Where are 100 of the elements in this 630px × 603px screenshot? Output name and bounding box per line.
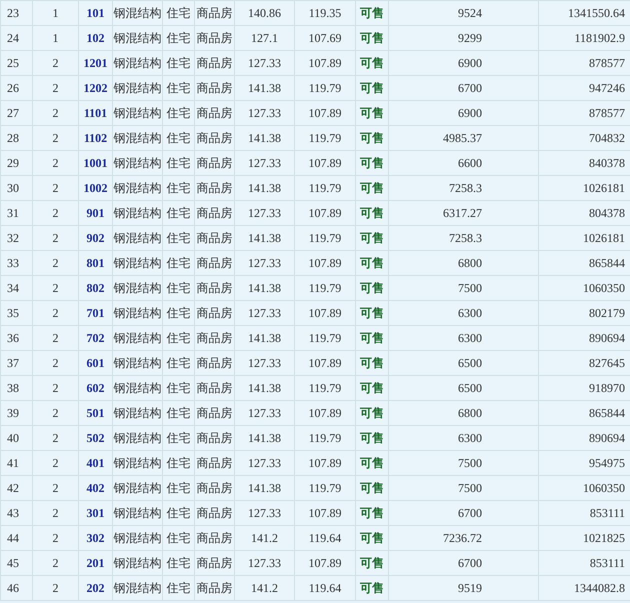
table-cell: 可售	[360, 80, 384, 94]
table-cell: 住宅	[166, 406, 190, 420]
table-cell: 141.38	[248, 480, 281, 494]
table-cell: 4985.37	[443, 130, 482, 144]
table-cell: 2	[52, 330, 58, 344]
table-cell: 住宅	[166, 230, 190, 244]
table-cell: 878577	[589, 56, 625, 70]
table-cell: 802179	[589, 306, 625, 320]
table-cell: 住宅	[166, 30, 190, 44]
table-cell: 2	[52, 306, 58, 320]
table-cell: 钢混结构	[114, 506, 162, 520]
table-cell: 住宅	[166, 330, 190, 344]
table-cell: 2	[52, 430, 58, 444]
table-cell: 商品房	[196, 206, 232, 220]
table-cell: 2	[52, 256, 58, 270]
table-cell: 钢混结构	[114, 556, 162, 570]
table-cell: 可售	[360, 180, 384, 194]
table-cell: 127.33	[248, 106, 281, 120]
table-cell: 127.1	[251, 30, 278, 44]
table-cell: 6500	[458, 380, 482, 394]
table-cell: 商品房	[196, 556, 232, 570]
table-cell: 商品房	[196, 530, 232, 544]
table-cell: 住宅	[166, 306, 190, 320]
table-cell: 住宅	[166, 556, 190, 570]
table-cell: 7258.3	[449, 230, 482, 244]
table-cell: 704832	[589, 130, 625, 144]
table-cell: 住宅	[166, 430, 190, 444]
table-cell: 890694	[589, 430, 625, 444]
table-cell: 商品房	[196, 480, 232, 494]
table-cell: 商品房	[196, 580, 232, 594]
table-cell: 住宅	[166, 480, 190, 494]
table-cell: 商品房	[196, 306, 232, 320]
table-cell: 6317.27	[443, 206, 482, 220]
table-cell: 43	[7, 506, 19, 520]
table-cell: 住宅	[166, 180, 190, 194]
table-cell: 商品房	[196, 130, 232, 144]
table-cell: 住宅	[166, 6, 190, 20]
table-cell: 107.69	[308, 30, 342, 44]
table-cell: 可售	[360, 406, 384, 420]
table-cell: 127.33	[248, 306, 281, 320]
table-cell: 865844	[589, 406, 625, 420]
table-cell: 2	[52, 206, 58, 220]
table-cell: 127.33	[248, 206, 281, 220]
table-cell: 钢混结构	[114, 206, 162, 220]
table-cell: 119.79	[308, 430, 342, 444]
table-cell: 947246	[589, 80, 625, 94]
table-cell: 6600	[458, 156, 482, 170]
table-cell: 6900	[458, 56, 482, 70]
table-cell: 商品房	[196, 56, 232, 70]
table-cell: 2	[52, 456, 58, 470]
table-cell: 119.79	[308, 80, 342, 94]
table-cell: 141.38	[248, 230, 281, 244]
table-cell: 2	[52, 530, 58, 544]
table-cell: 可售	[360, 456, 384, 470]
table-cell: 878577	[589, 106, 625, 120]
table-cell: 钢混结构	[114, 106, 162, 120]
table-cell: 钢混结构	[114, 480, 162, 494]
table-cell: 钢混结构	[114, 280, 162, 294]
table-cell: 钢混结构	[114, 30, 162, 44]
table-cell: 商品房	[196, 30, 232, 44]
table-cell: 商品房	[196, 80, 232, 94]
table-cell: 853111	[590, 556, 625, 570]
table-cell: 住宅	[166, 106, 190, 120]
table-cell: 可售	[360, 280, 384, 294]
table-cell: 住宅	[166, 156, 190, 170]
table-cell: 9519	[458, 580, 482, 594]
table-cell: 钢混结构	[114, 56, 162, 70]
table-cell: 可售	[360, 256, 384, 270]
table-cell: 商品房	[196, 380, 232, 394]
table-cell: 住宅	[166, 530, 190, 544]
table-cell: 119.79	[308, 180, 342, 194]
table-cell: 6300	[458, 430, 482, 444]
table-cell: 2	[52, 280, 58, 294]
table-cell: 2	[52, 106, 58, 120]
table-cell: 商品房	[196, 330, 232, 344]
table-cell: 可售	[360, 430, 384, 444]
table-cell: 29	[7, 156, 19, 170]
table-cell: 可售	[360, 6, 384, 20]
table-cell: 141.38	[248, 330, 281, 344]
table-cell: 36	[7, 330, 19, 344]
table-cell: 30	[7, 180, 19, 194]
table-cell: 1	[52, 6, 58, 20]
table-cell: 840378	[589, 156, 625, 170]
table-cell: 119.79	[308, 380, 342, 394]
table-cell: 1026181	[583, 180, 625, 194]
table-cell: 2	[52, 380, 58, 394]
table-cell: 127.33	[248, 406, 281, 420]
table-cell: 商品房	[196, 280, 232, 294]
table-cell: 2	[52, 180, 58, 194]
table-cell: 25	[7, 56, 19, 70]
table-cell: 钢混结构	[114, 6, 162, 20]
table-cell: 127.33	[248, 156, 281, 170]
table-cell: 141.38	[248, 430, 281, 444]
table-cell: 107.89	[308, 106, 342, 120]
table-cell: 107.89	[308, 206, 342, 220]
table-cell: 2	[52, 230, 58, 244]
table-cell: 41	[7, 456, 19, 470]
table-cell: 可售	[360, 106, 384, 120]
table-cell: 可售	[360, 330, 384, 344]
table-cell: 107.89	[308, 506, 342, 520]
